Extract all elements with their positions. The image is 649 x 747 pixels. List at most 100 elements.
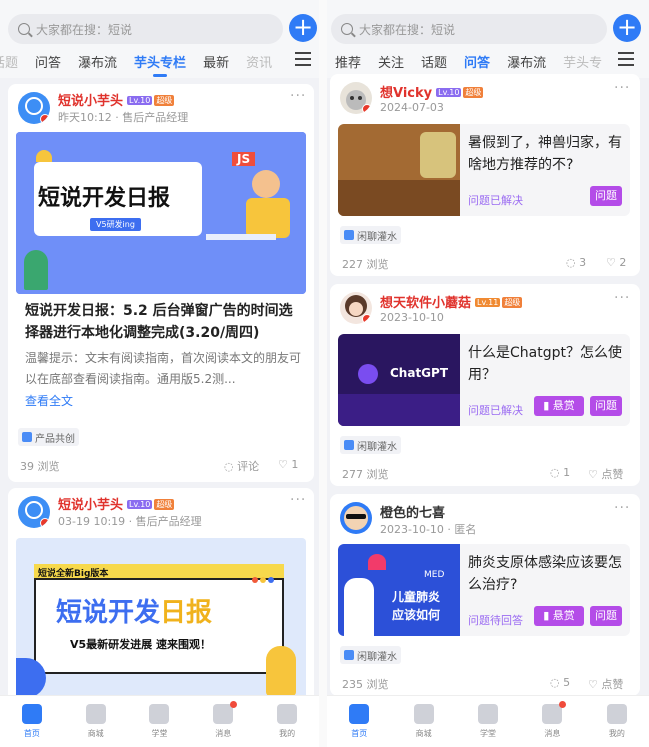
nav-profile[interactable]: 我的 — [585, 696, 649, 747]
post-meta: 2023-10-10 · 匿名 — [380, 523, 477, 536]
category-tabs: 推荐 关注 话题 问答 瀑布流 芋头专 — [335, 48, 619, 77]
search-input[interactable]: 大家都在搜：短说 — [8, 14, 283, 44]
more-icon[interactable]: ··· — [290, 88, 306, 104]
super-badge: 超级 — [154, 95, 175, 106]
nav-messages[interactable]: 消息 — [191, 696, 255, 747]
menu-icon[interactable] — [618, 52, 634, 66]
home-icon — [21, 704, 42, 724]
more-icon[interactable]: ··· — [614, 500, 630, 516]
question-title[interactable]: 肺炎支原体感染应该要怎么治疗? — [468, 552, 624, 596]
like-button[interactable]: ♡ 点赞 — [588, 466, 623, 482]
post-card[interactable]: 短说小芋头 Lv.10 超级 昨天10:12 · 售后产品经理 ··· 短说开发日报… — [8, 84, 314, 482]
tab-qa[interactable]: 问答 — [35, 52, 61, 71]
views-count: 235 浏览 — [342, 678, 389, 691]
tab-waterfall[interactable]: 瀑布流 — [78, 52, 117, 71]
super-badge: 超级 — [154, 499, 175, 510]
question-image — [338, 124, 460, 216]
author-name[interactable]: 想天软件小蘑菇 Lv.11 超级 — [380, 292, 523, 311]
question-image: ChatGPT — [338, 334, 460, 426]
tab-waterfall[interactable]: 瀑布流 — [507, 52, 546, 71]
nav-home[interactable]: 首页 — [0, 696, 64, 747]
menu-icon[interactable] — [295, 52, 311, 66]
reward-button[interactable]: ▮ 悬赏 — [534, 606, 584, 626]
topic-tag[interactable]: 闲聊灌水 — [340, 646, 401, 664]
like-button[interactable]: ♡ 2 — [606, 256, 626, 269]
avatar[interactable] — [340, 502, 372, 534]
question-status: 问题待回答 — [468, 614, 523, 627]
post-excerpt: 温馨提示：文末有阅读指南，首次阅读本文的朋友可以在底部查看阅读指南。通用版5.2… — [25, 351, 302, 386]
js-tag: JS — [232, 152, 256, 166]
question-title[interactable]: 什么是Chatgpt？怎么使用？ — [468, 342, 624, 386]
question-button[interactable]: 问题 — [590, 186, 622, 206]
comment-button[interactable]: ◌ 5 — [550, 676, 570, 689]
avatar[interactable] — [18, 92, 50, 124]
comment-icon: ◌ — [550, 676, 560, 689]
nav-messages[interactable]: 消息 — [520, 696, 584, 747]
question-button[interactable]: 问题 — [590, 396, 622, 416]
reward-button[interactable]: ▮ 悬赏 — [534, 396, 584, 416]
question-status: 问题已解决 — [468, 194, 523, 207]
thumb-up-icon: ♡ — [588, 468, 598, 481]
views-count: 227 浏览 — [342, 258, 389, 271]
post-meta: 2023-10-10 — [380, 311, 444, 324]
question-box[interactable]: ChatGPT 什么是Chatgpt？怎么使用？ 问题已解决 ▮ 悬赏 问题 — [338, 334, 630, 426]
read-more-link[interactable]: 查看全文 — [25, 392, 73, 409]
question-box[interactable]: MED 儿童肺炎 应该如何 肺炎支原体感染应该要怎么治疗? 问题待回答 ▮ 悬赏… — [338, 544, 630, 636]
author-name[interactable]: 短说小芋头 Lv.10 超级 — [58, 494, 175, 513]
post-banner[interactable]: 短说全新Big版本 短说开发日报 V5最新研发进展 速来围观！ — [16, 538, 306, 708]
search-icon — [18, 23, 30, 35]
author-name[interactable]: 想Vicky Lv.10 超级 — [380, 82, 484, 101]
tab-follow[interactable]: 关注 — [378, 52, 404, 71]
question-button[interactable]: 问题 — [590, 606, 622, 626]
question-card[interactable]: 想天软件小蘑菇 Lv.11 超级 2023-10-10 ··· ChatGPT 什么… — [330, 284, 640, 486]
author-name[interactable]: 短说小芋头 Lv.10 超级 — [58, 90, 175, 109]
tab-recommend[interactable]: 推荐 — [335, 52, 361, 71]
thumb-up-icon: ♡ — [278, 458, 288, 471]
author-name[interactable]: 橙色的七喜 — [380, 502, 445, 521]
category-tabs: 话题 问答 瀑布流 芋头专栏 最新 资讯 — [0, 48, 289, 77]
comment-button[interactable]: ◌ 1 — [550, 466, 570, 479]
avatar[interactable] — [340, 292, 372, 324]
nav-school[interactable]: 学堂 — [456, 696, 520, 747]
post-title[interactable]: 短说开发日报：5.2 后台弹窗广告的时间选择器进行本地化调整完成(3.20/周四… — [25, 300, 301, 344]
topic-tag[interactable]: 产品共创 — [18, 428, 79, 446]
more-icon[interactable]: ··· — [614, 80, 630, 96]
like-button[interactable]: ♡ 1 — [278, 458, 298, 471]
tab-topic[interactable]: 话题 — [0, 52, 18, 71]
nav-mall[interactable]: 商城 — [391, 696, 455, 747]
nav-mall[interactable]: 商城 — [64, 696, 128, 747]
post-card[interactable]: 短说小芋头 Lv.10 超级 03-19 10:19 · 售后产品经理 ··· 短说… — [8, 488, 314, 708]
search-input[interactable]: 大家都在搜：短说 — [331, 14, 607, 44]
tab-topic[interactable]: 话题 — [421, 52, 447, 71]
avatar[interactable] — [340, 82, 372, 114]
post-banner[interactable]: 短说开发日报 V5研发ing JS — [16, 132, 306, 294]
comment-icon: ◌ — [566, 256, 576, 269]
nav-school[interactable]: 学堂 — [128, 696, 192, 747]
level-badge: Lv.11 — [475, 298, 501, 307]
topic-tag[interactable]: 闲聊灌水 — [340, 226, 401, 244]
more-icon[interactable]: ··· — [290, 492, 306, 508]
more-icon[interactable]: ··· — [614, 290, 630, 306]
comment-button[interactable]: ◌ 3 — [566, 256, 586, 269]
topic-tag[interactable]: 闲聊灌水 — [340, 436, 401, 454]
question-title[interactable]: 暑假到了，神兽归家，有啥地方推荐的不? — [468, 132, 624, 176]
screen-divider — [319, 0, 327, 747]
nav-home[interactable]: 首页 — [327, 696, 391, 747]
comment-button[interactable]: ◌ 评论 — [224, 458, 259, 474]
tab-latest[interactable]: 最新 — [203, 52, 229, 71]
tab-qa[interactable]: 问答 — [464, 52, 490, 77]
question-card[interactable]: 想Vicky Lv.10 超级 2024-07-03 ··· 暑假到了，神兽归家，有… — [330, 74, 640, 276]
avatar[interactable] — [18, 496, 50, 528]
question-card[interactable]: 橙色的七喜 2023-10-10 · 匿名 ··· MED 儿童肺炎 应该如何 … — [330, 494, 640, 696]
unread-dot — [559, 701, 567, 708]
post-meta: 昨天10:12 · 售后产品经理 — [58, 111, 189, 124]
add-post-button[interactable]: + — [289, 14, 317, 42]
tab-column[interactable]: 芋头专栏 — [134, 52, 186, 77]
question-box[interactable]: 暑假到了，神兽归家，有啥地方推荐的不? 问题已解决 问题 — [338, 124, 630, 216]
like-button[interactable]: ♡ 点赞 — [588, 676, 623, 692]
add-post-button[interactable]: + — [613, 14, 641, 42]
nav-profile[interactable]: 我的 — [255, 696, 319, 747]
bag-icon — [413, 704, 434, 724]
tab-news[interactable]: 资讯 — [246, 52, 272, 71]
tab-column[interactable]: 芋头专 — [563, 52, 602, 71]
